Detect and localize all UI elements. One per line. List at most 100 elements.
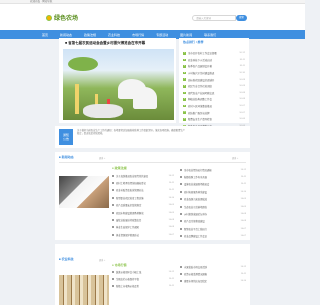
item-title[interactable]: 农业科技下乡活动启动 [188,58,238,62]
list-item[interactable]: 农资价格监测情况通报 10-11 [180,270,246,277]
item-title[interactable]: 设施农业发展现场推进会 [184,182,241,186]
item-title[interactable]: 高标准农田建设全面铺开 [188,78,237,82]
list-item[interactable]: 生态农业示范基地验收 10-09 [180,203,246,210]
list-item[interactable]: 林业生态保护工作通知 10-08 [112,224,174,231]
list-item[interactable]: 设施农业发展现场推进会 10-11 [180,181,246,188]
item-title[interactable]: 秋季农产品展销会开幕 [188,64,238,68]
item-title[interactable]: 现代农业产业园考察交流 [188,91,237,95]
list-item[interactable]: 水果批发市场交易活跃 10-12 [180,263,246,270]
list-item[interactable]: 5 高标准农田建设全面铺开 10-09 [183,76,245,83]
nav-item-topics[interactable]: 专题活动 [156,33,168,37]
list-item[interactable]: 2 农业科技下乡活动启动 10-11 [183,57,245,64]
nav-item-contact[interactable]: 联系我们 [204,33,216,37]
item-title[interactable]: 生态农业示范基地验收 [184,205,241,209]
policy-section-title[interactable]: ● 政策法规 [112,166,127,170]
rank-badge: 10 [183,111,186,114]
search-button[interactable]: 搜索 [236,15,247,21]
item-title[interactable]: 全市召开农村工作会议部署 [188,51,237,55]
list-item[interactable]: 9 农村人居环境整治推进 10-07 [183,103,245,110]
nav-item-news[interactable]: 新闻动态 [60,33,72,37]
item-title[interactable]: 农业面源污染治理成效 [184,197,241,201]
list-item[interactable]: 生猪出栏价格保持平稳 10-11 [112,275,174,282]
item-title[interactable]: 农村电商服务体系建设 [184,190,241,194]
item-title[interactable]: 林业生态保护工作通知 [116,225,169,229]
item-title[interactable]: 农田水利建设管理条例解读 [116,211,169,215]
list-item[interactable]: 1 全市召开农村工作会议部署 10-12 [183,50,245,57]
list-item[interactable]: 3 秋季农产品展销会开幕 10-11 [183,63,245,70]
item-title[interactable]: 农资价格监测情况通报 [184,272,241,276]
list-item[interactable]: 禽蛋市场供应充足稳定 10-10 [180,278,246,285]
tech-more-link[interactable]: 更多 » [99,258,105,262]
list-item[interactable]: 11 粮食安全生产督导检查 10-06 [183,116,245,123]
item-title[interactable]: 畜牧业发展扶持政策出台 [116,218,169,222]
item-title[interactable]: 农村土地承包经营权确权登记 [116,181,169,185]
item-title[interactable]: 渔业资源保护管理办法 [116,233,169,237]
list-item[interactable]: 新粮上市收购价格走势 10-11 [112,283,174,290]
notice-tag: 通知 公告 [59,129,73,145]
item-date: 10-11 [168,285,174,288]
item-title[interactable]: 新型职业农民培育工程实施 [116,196,169,200]
list-item[interactable]: 农业面源污染治理成效 10-09 [180,196,246,203]
nav-item-market[interactable]: 市场行情 [132,33,144,37]
item-title[interactable]: 农产品冷链物流建设 [184,219,241,223]
item-title[interactable]: 关于加快推进农业现代化的意见 [116,174,169,178]
news-more-link[interactable]: 更多 » [99,156,105,160]
nav-item-photos[interactable]: 图片新闻 [180,33,192,37]
list-item[interactable]: 新型职业农民培育工程实施 10-10 [112,194,174,201]
item-title[interactable]: 乡村振兴示范村建设推进 [188,71,237,75]
nav-item-tech[interactable]: 农业科技 [108,33,120,37]
market-section-title[interactable]: ● 市场行情 [112,263,127,267]
list-item[interactable]: 农产品质量安全监管规定 10-09 [112,202,174,209]
item-title[interactable]: 农村人居环境整治推进 [188,104,237,108]
item-title[interactable]: 农技推广服务站挂牌 [188,111,237,115]
item-title[interactable]: 粮食安全生产督导检查 [188,117,237,121]
notice-text[interactable]: 关于做好当前农业生产工作的通知：各地要切实加强秋收秋种工作组织领导，落实各项措施… [77,130,187,137]
list-item[interactable]: 全市农业经济运行情况通报 10-12 [180,166,246,173]
list-item[interactable]: 乡村旅游发展论坛举办 10-08 [180,210,246,217]
search-input[interactable]: 请输入关键词 [192,15,236,21]
nav-item-policy[interactable]: 政策法规 [84,33,96,37]
list-item[interactable]: 蔬菜价格周环比小幅上涨 10-12 [112,268,174,275]
item-title[interactable]: 新粮上市收购价格走势 [116,284,169,288]
list-item[interactable]: 农村电商服务体系建设 10-10 [180,188,246,195]
list-item[interactable]: 农业品牌建设工作会议 10-07 [180,233,246,240]
item-title[interactable]: 农产品质量安全监管规定 [116,203,169,207]
list-item[interactable]: 4 乡村振兴示范村建设推进 10-10 [183,70,245,77]
hero-title[interactable]: ■ 省第七届农民运动会会暨乡村振兴博览会在市开幕 [65,41,145,46]
item-title[interactable]: 秋粮收购工作有序开展 [184,175,241,179]
item-title[interactable]: 农业品牌建设工作会议 [184,234,241,238]
list-item[interactable]: 农产品冷链物流建设 10-08 [180,218,246,225]
item-title[interactable]: 乡村旅游发展论坛举办 [184,212,241,216]
hero-image[interactable] [63,49,174,120]
nav-item-home[interactable]: 首页 [42,33,48,37]
item-title[interactable]: 生猪出栏价格保持平稳 [116,277,169,281]
list-item[interactable]: 6 农民专业合作社培训班 10-09 [183,83,245,90]
list-item[interactable]: 畜牧业发展扶持政策出台 10-08 [112,216,174,223]
item-title[interactable]: 种植业结构调整工作会 [188,97,237,101]
right-more-link[interactable]: 更多 » [232,156,238,160]
list-item[interactable]: 10 农技推广服务站挂牌 10-07 [183,109,245,116]
market-list: 蔬菜价格周环比小幅上涨 10-12 生猪出栏价格保持平稳 10-11 新粮上市收购价格走… [112,268,174,290]
item-title[interactable]: 水果批发市场交易活跃 [184,265,241,269]
item-title[interactable]: 农民专业合作社培训班 [188,84,237,88]
news-section-title[interactable]: ■ 新闻动态 [59,155,74,159]
list-item[interactable]: 7 现代农业产业园考察交流 10-08 [183,90,245,97]
list-item[interactable]: 农田水利建设管理条例解读 10-09 [112,209,174,216]
list-item[interactable]: 秋粮收购工作有序开展 10-11 [180,173,246,180]
list-item[interactable]: 8 种植业结构调整工作会 10-08 [183,96,245,103]
item-title[interactable]: 农业补贴资金发放管理办法 [116,188,169,192]
item-title[interactable]: 蔬菜价格周环比小幅上涨 [116,270,169,274]
tech-thumbnail[interactable] [59,275,109,305]
list-item[interactable]: 农村土地承包经营权确权登记 10-11 [112,179,174,186]
list-item[interactable]: 农业补贴资金发放管理办法 10-11 [112,187,174,194]
item-title[interactable]: 全市农业经济运行情况通报 [184,168,241,172]
news-thumbnail[interactable] [59,176,109,208]
item-title[interactable]: 禽蛋市场供应充足稳定 [184,279,241,283]
item-title[interactable]: 智慧农业平台上线运行 [184,227,241,231]
site-logo[interactable]: 绿色农场 [46,13,78,22]
tech-section-title[interactable]: ■ 农业科技 [59,257,74,261]
list-item[interactable]: 渔业资源保护管理办法 10-07 [112,231,174,238]
item-date: 10-08 [240,213,246,216]
list-item[interactable]: 智慧农业平台上线运行 10-07 [180,225,246,232]
list-item[interactable]: 关于加快推进农业现代化的意见 10-12 [112,172,174,179]
